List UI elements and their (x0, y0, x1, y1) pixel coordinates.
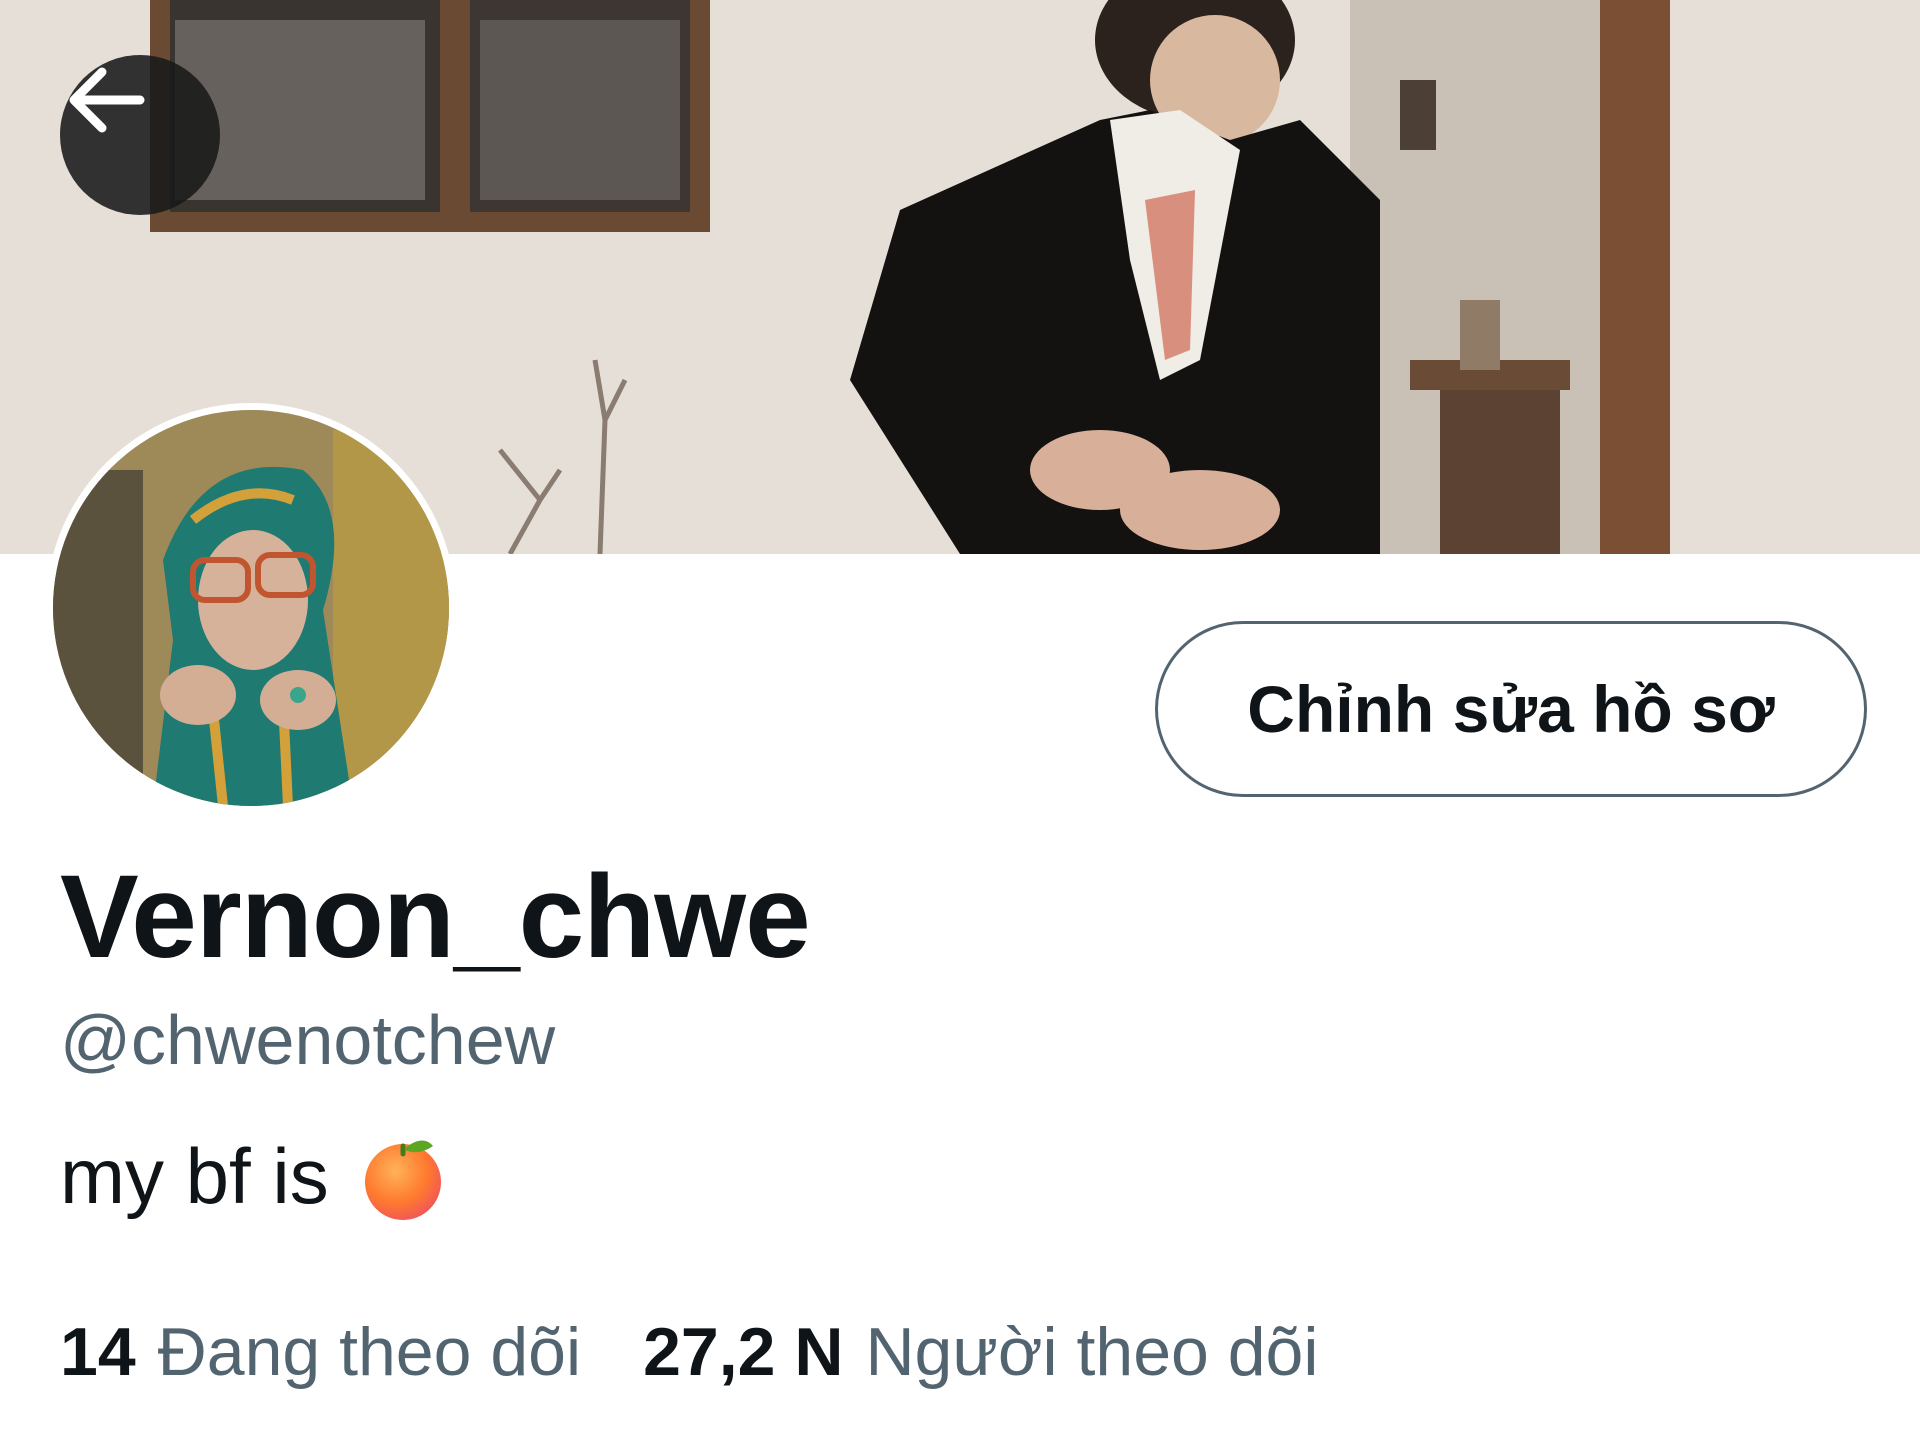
user-handle: @chwenotchew (60, 1001, 556, 1079)
edit-profile-button[interactable]: Chỉnh sửa hồ sơ (1155, 621, 1867, 797)
bio: my bf is (60, 1130, 449, 1222)
follow-stats: 14 Đang theo dõi 27,2 N Người theo dõi (60, 1318, 1318, 1386)
followers-count: 27,2 N (643, 1314, 844, 1390)
following-label: Đang theo dõi (157, 1314, 582, 1390)
followers-label: Người theo dõi (865, 1314, 1319, 1390)
following-count: 14 (60, 1314, 136, 1390)
following-link[interactable]: 14 Đang theo dõi (60, 1318, 581, 1386)
arrow-left-icon (69, 67, 145, 133)
avatar-photo (53, 410, 449, 806)
back-button[interactable] (60, 55, 220, 215)
avatar[interactable] (46, 403, 456, 813)
followers-link[interactable]: 27,2 N Người theo dõi (643, 1318, 1318, 1386)
bio-text: my bf is (60, 1132, 329, 1220)
display-name: Vernon_chwe (60, 851, 811, 983)
tangerine-emoji-icon (357, 1130, 449, 1222)
